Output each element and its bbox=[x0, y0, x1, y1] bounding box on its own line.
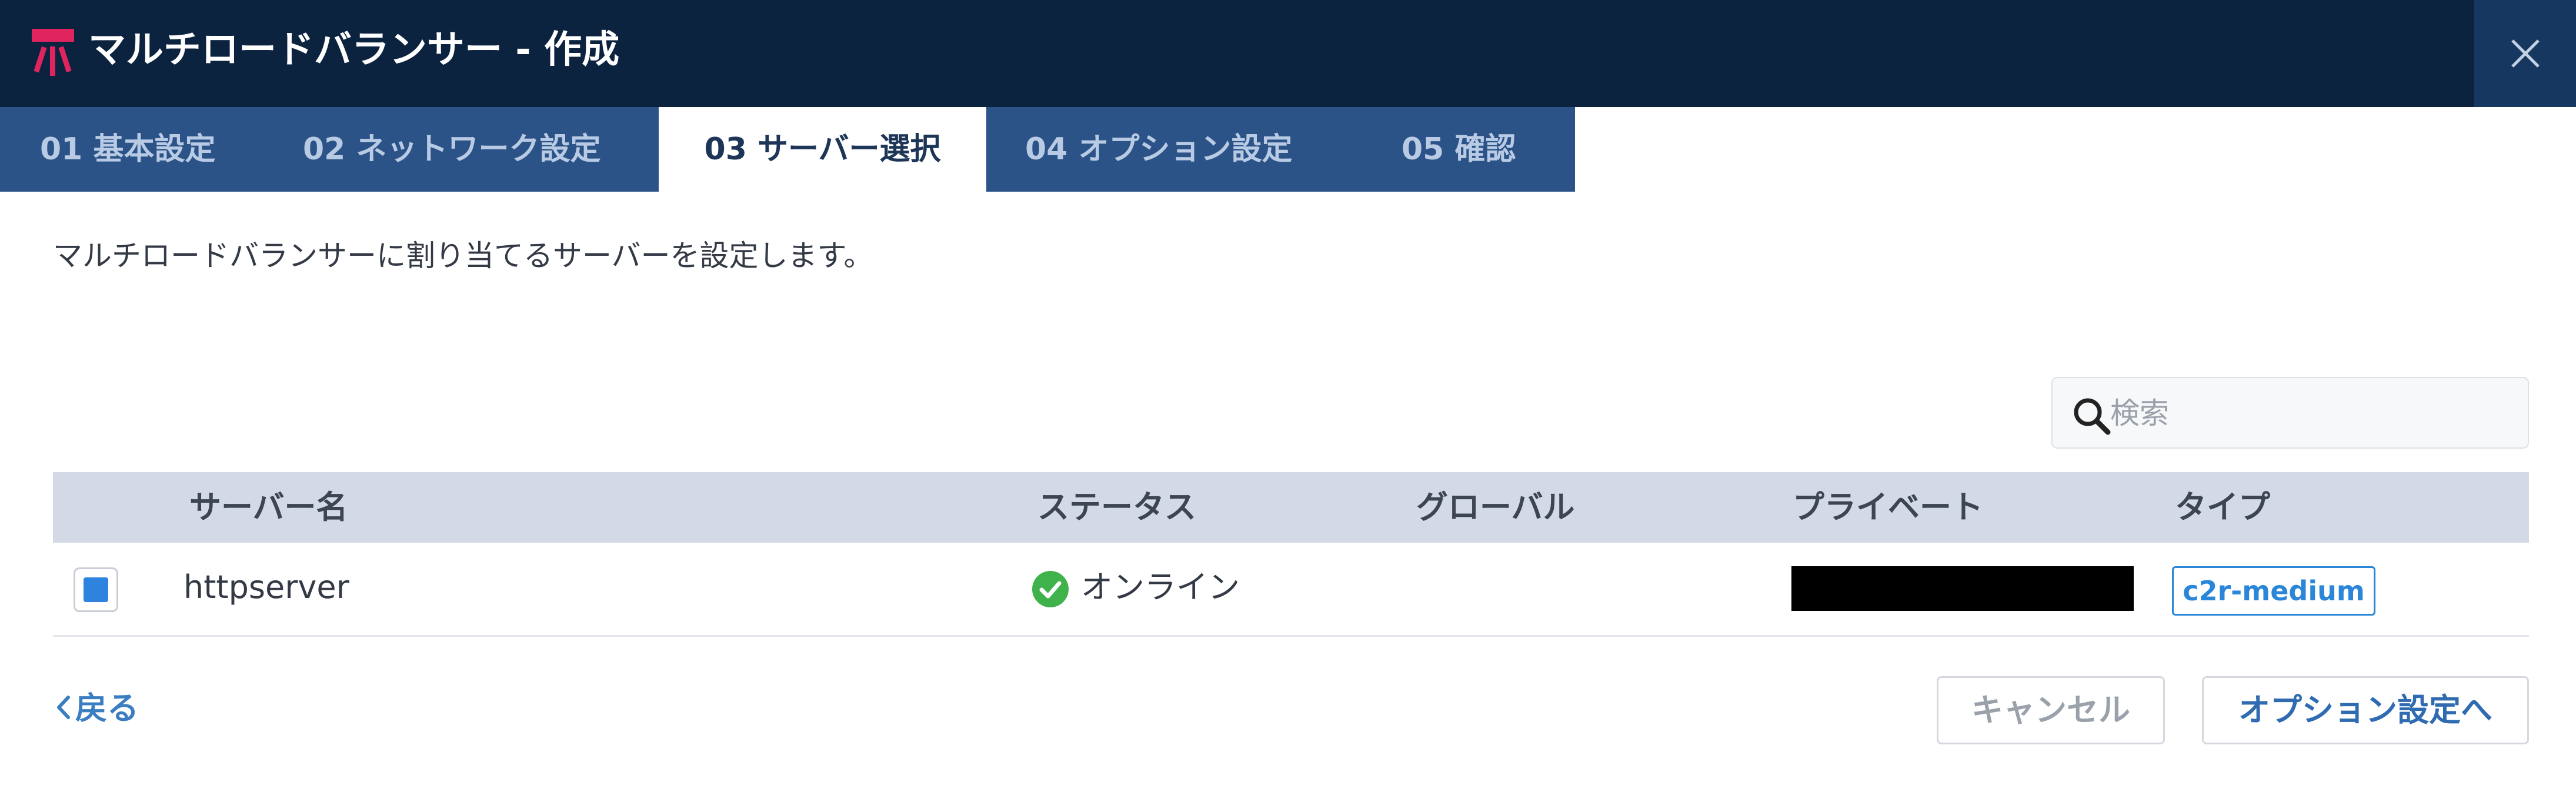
search-icon bbox=[2074, 398, 2111, 435]
server-type-badge: c2r-medium bbox=[2172, 566, 2375, 616]
server-name-cell: httpserver bbox=[183, 569, 349, 606]
back-button[interactable]: 戻る bbox=[52, 688, 139, 729]
wizard-steps: 01 基本設定 02 ネットワーク設定 03 サーバー選択 04 オプション設定… bbox=[0, 107, 2576, 192]
tab-server-selection[interactable]: 03 サーバー選択 bbox=[659, 107, 986, 192]
column-header-server-name[interactable]: サーバー名 bbox=[189, 472, 348, 543]
server-status-cell: オンライン bbox=[1081, 569, 1240, 606]
tab-option-settings[interactable]: 04 オプション設定 bbox=[1025, 107, 1292, 192]
table-row[interactable]: httpserver オンライン c2r-medium bbox=[53, 543, 2529, 637]
tab-confirm[interactable]: 05 確認 bbox=[1402, 107, 1516, 192]
column-header-type[interactable]: タイプ bbox=[2175, 472, 2270, 543]
next-option-settings-button[interactable]: オプション設定へ bbox=[2202, 676, 2529, 744]
close-button[interactable] bbox=[2474, 0, 2576, 107]
step-description: マルチロードバランサーに割り当てるサーバーを設定します。 bbox=[53, 239, 873, 273]
back-label: 戻る bbox=[75, 690, 139, 727]
row-select-checkbox[interactable] bbox=[74, 567, 118, 612]
tab-basic-settings[interactable]: 01 基本設定 bbox=[40, 107, 215, 192]
server-table-header: サーバー名 ステータス グローバル プライベート タイプ bbox=[53, 472, 2529, 543]
column-header-status[interactable]: ステータス bbox=[1037, 472, 1196, 543]
private-ip-cell-redacted bbox=[1791, 566, 2134, 611]
chevron-left-icon bbox=[57, 696, 70, 720]
checkbox-checked-indicator bbox=[84, 577, 108, 602]
search-box bbox=[2051, 377, 2529, 449]
check-circle-icon bbox=[1032, 571, 1069, 607]
service-logo-icon bbox=[32, 29, 74, 76]
dialog-titlebar: マルチロードバランサー - 作成 bbox=[0, 0, 2576, 107]
create-multi-load-balancer-dialog: マルチロードバランサー - 作成 01 基本設定 02 ネットワーク設定 03 … bbox=[0, 0, 2576, 792]
column-header-global[interactable]: グローバル bbox=[1416, 472, 1574, 543]
column-header-private[interactable]: プライベート bbox=[1793, 472, 1983, 543]
dialog-title: マルチロードバランサー - 作成 bbox=[88, 28, 620, 72]
cancel-button[interactable]: キャンセル bbox=[1937, 676, 2165, 744]
tab-network-settings[interactable]: 02 ネットワーク設定 bbox=[303, 107, 600, 192]
close-icon bbox=[2511, 39, 2540, 68]
search-input[interactable] bbox=[2110, 390, 2510, 437]
